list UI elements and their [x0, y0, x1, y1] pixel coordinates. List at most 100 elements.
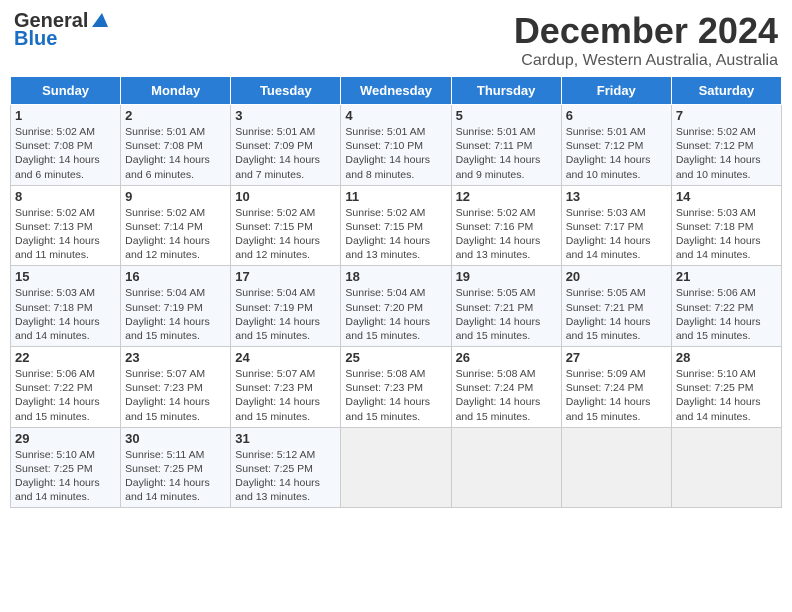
header-wednesday: Wednesday — [341, 77, 451, 105]
calendar-cell: 24 Sunrise: 5:07 AMSunset: 7:23 PMDayligh… — [231, 347, 341, 428]
calendar-cell: 27 Sunrise: 5:09 AMSunset: 7:24 PMDayligh… — [561, 347, 671, 428]
page-header: General Blue December 2024 Cardup, Weste… — [10, 10, 782, 70]
calendar-cell: 11 Sunrise: 5:02 AMSunset: 7:15 PMDayligh… — [341, 185, 451, 266]
day-number: 19 — [456, 269, 557, 284]
calendar-cell: 16 Sunrise: 5:04 AMSunset: 7:19 PMDayligh… — [121, 266, 231, 347]
title-section: December 2024 Cardup, Western Australia,… — [514, 10, 778, 70]
day-number: 29 — [15, 431, 116, 446]
day-number: 5 — [456, 108, 557, 123]
calendar-cell — [341, 427, 451, 508]
day-number: 16 — [125, 269, 226, 284]
header-sunday: Sunday — [11, 77, 121, 105]
header-tuesday: Tuesday — [231, 77, 341, 105]
calendar-cell: 6 Sunrise: 5:01 AMSunset: 7:12 PMDaylight… — [561, 105, 671, 186]
calendar-cell: 4 Sunrise: 5:01 AMSunset: 7:10 PMDaylight… — [341, 105, 451, 186]
calendar-cell — [671, 427, 781, 508]
calendar-cell: 20 Sunrise: 5:05 AMSunset: 7:21 PMDayligh… — [561, 266, 671, 347]
calendar-table: SundayMondayTuesdayWednesdayThursdayFrid… — [10, 76, 782, 508]
logo-icon — [88, 9, 110, 31]
day-number: 15 — [15, 269, 116, 284]
logo: General Blue — [14, 10, 110, 50]
calendar-cell: 23 Sunrise: 5:07 AMSunset: 7:23 PMDayligh… — [121, 347, 231, 428]
calendar-cell — [561, 427, 671, 508]
day-info: Sunrise: 5:02 AMSunset: 7:13 PMDaylight:… — [15, 207, 100, 262]
calendar-cell: 19 Sunrise: 5:05 AMSunset: 7:21 PMDayligh… — [451, 266, 561, 347]
day-number: 23 — [125, 350, 226, 365]
day-info: Sunrise: 5:01 AMSunset: 7:11 PMDaylight:… — [456, 126, 541, 181]
day-number: 22 — [15, 350, 116, 365]
calendar-cell: 31 Sunrise: 5:12 AMSunset: 7:25 PMDayligh… — [231, 427, 341, 508]
calendar-cell: 8Sunrise: 5:02 AMSunset: 7:13 PMDaylight… — [11, 185, 121, 266]
calendar-cell: 14Sunrise: 5:03 AMSunset: 7:18 PMDayligh… — [671, 185, 781, 266]
day-number: 4 — [345, 108, 446, 123]
location-text: Cardup, Western Australia, Australia — [514, 52, 778, 70]
day-info: Sunrise: 5:01 AMSunset: 7:10 PMDaylight:… — [345, 126, 430, 181]
day-info: Sunrise: 5:10 AMSunset: 7:25 PMDaylight:… — [15, 449, 100, 504]
day-info: Sunrise: 5:10 AMSunset: 7:25 PMDaylight:… — [676, 368, 761, 423]
calendar-week-0: 1 Sunrise: 5:02 AMSunset: 7:08 PMDaylight… — [11, 105, 782, 186]
day-info: Sunrise: 5:08 AMSunset: 7:23 PMDaylight:… — [345, 368, 430, 423]
logo-blue-text: Blue — [14, 28, 57, 50]
calendar-header-row: SundayMondayTuesdayWednesdayThursdayFrid… — [11, 77, 782, 105]
day-info: Sunrise: 5:12 AMSunset: 7:25 PMDaylight:… — [235, 449, 320, 504]
calendar-cell: 21 Sunrise: 5:06 AMSunset: 7:22 PMDayligh… — [671, 266, 781, 347]
day-number: 17 — [235, 269, 336, 284]
day-number: 20 — [566, 269, 667, 284]
day-number: 27 — [566, 350, 667, 365]
day-number: 26 — [456, 350, 557, 365]
day-info: Sunrise: 5:05 AMSunset: 7:21 PMDaylight:… — [456, 287, 541, 342]
day-info: Sunrise: 5:07 AMSunset: 7:23 PMDaylight:… — [125, 368, 210, 423]
header-thursday: Thursday — [451, 77, 561, 105]
day-info: Sunrise: 5:01 AMSunset: 7:09 PMDaylight:… — [235, 126, 320, 181]
day-number: 1 — [15, 108, 116, 123]
day-number: 6 — [566, 108, 667, 123]
day-info: Sunrise: 5:02 AMSunset: 7:14 PMDaylight:… — [125, 207, 210, 262]
calendar-cell: 3 Sunrise: 5:01 AMSunset: 7:09 PMDaylight… — [231, 105, 341, 186]
calendar-cell: 17 Sunrise: 5:04 AMSunset: 7:19 PMDayligh… — [231, 266, 341, 347]
month-title: December 2024 — [514, 10, 778, 52]
day-info: Sunrise: 5:02 AMSunset: 7:12 PMDaylight:… — [676, 126, 761, 181]
day-number: 11 — [345, 189, 446, 204]
calendar-week-3: 22 Sunrise: 5:06 AMSunset: 7:22 PMDayligh… — [11, 347, 782, 428]
day-info: Sunrise: 5:02 AMSunset: 7:08 PMDaylight:… — [15, 126, 100, 181]
day-info: Sunrise: 5:05 AMSunset: 7:21 PMDaylight:… — [566, 287, 651, 342]
day-info: Sunrise: 5:09 AMSunset: 7:24 PMDaylight:… — [566, 368, 651, 423]
day-info: Sunrise: 5:08 AMSunset: 7:24 PMDaylight:… — [456, 368, 541, 423]
day-info: Sunrise: 5:04 AMSunset: 7:20 PMDaylight:… — [345, 287, 430, 342]
header-saturday: Saturday — [671, 77, 781, 105]
calendar-cell — [451, 427, 561, 508]
day-info: Sunrise: 5:06 AMSunset: 7:22 PMDaylight:… — [676, 287, 761, 342]
day-number: 24 — [235, 350, 336, 365]
calendar-cell: 26 Sunrise: 5:08 AMSunset: 7:24 PMDayligh… — [451, 347, 561, 428]
day-info: Sunrise: 5:02 AMSunset: 7:15 PMDaylight:… — [345, 207, 430, 262]
calendar-cell: 7 Sunrise: 5:02 AMSunset: 7:12 PMDaylight… — [671, 105, 781, 186]
day-number: 9 — [125, 189, 226, 204]
calendar-cell: 12Sunrise: 5:02 AMSunset: 7:16 PMDayligh… — [451, 185, 561, 266]
day-info: Sunrise: 5:01 AMSunset: 7:08 PMDaylight:… — [125, 126, 210, 181]
day-info: Sunrise: 5:07 AMSunset: 7:23 PMDaylight:… — [235, 368, 320, 423]
calendar-cell: 5 Sunrise: 5:01 AMSunset: 7:11 PMDaylight… — [451, 105, 561, 186]
day-number: 3 — [235, 108, 336, 123]
calendar-cell: 1 Sunrise: 5:02 AMSunset: 7:08 PMDaylight… — [11, 105, 121, 186]
day-number: 28 — [676, 350, 777, 365]
day-number: 13 — [566, 189, 667, 204]
day-info: Sunrise: 5:02 AMSunset: 7:16 PMDaylight:… — [456, 207, 541, 262]
day-number: 2 — [125, 108, 226, 123]
day-info: Sunrise: 5:04 AMSunset: 7:19 PMDaylight:… — [235, 287, 320, 342]
day-info: Sunrise: 5:04 AMSunset: 7:19 PMDaylight:… — [125, 287, 210, 342]
day-info: Sunrise: 5:06 AMSunset: 7:22 PMDaylight:… — [15, 368, 100, 423]
day-number: 31 — [235, 431, 336, 446]
day-number: 7 — [676, 108, 777, 123]
calendar-cell: 15Sunrise: 5:03 AMSunset: 7:18 PMDayligh… — [11, 266, 121, 347]
day-number: 14 — [676, 189, 777, 204]
calendar-week-2: 15Sunrise: 5:03 AMSunset: 7:18 PMDayligh… — [11, 266, 782, 347]
day-info: Sunrise: 5:11 AMSunset: 7:25 PMDaylight:… — [125, 449, 210, 504]
day-number: 10 — [235, 189, 336, 204]
day-number: 25 — [345, 350, 446, 365]
header-friday: Friday — [561, 77, 671, 105]
calendar-cell: 9 Sunrise: 5:02 AMSunset: 7:14 PMDaylight… — [121, 185, 231, 266]
day-info: Sunrise: 5:02 AMSunset: 7:15 PMDaylight:… — [235, 207, 320, 262]
day-number: 21 — [676, 269, 777, 284]
day-info: Sunrise: 5:01 AMSunset: 7:12 PMDaylight:… — [566, 126, 651, 181]
calendar-week-4: 29 Sunrise: 5:10 AMSunset: 7:25 PMDayligh… — [11, 427, 782, 508]
